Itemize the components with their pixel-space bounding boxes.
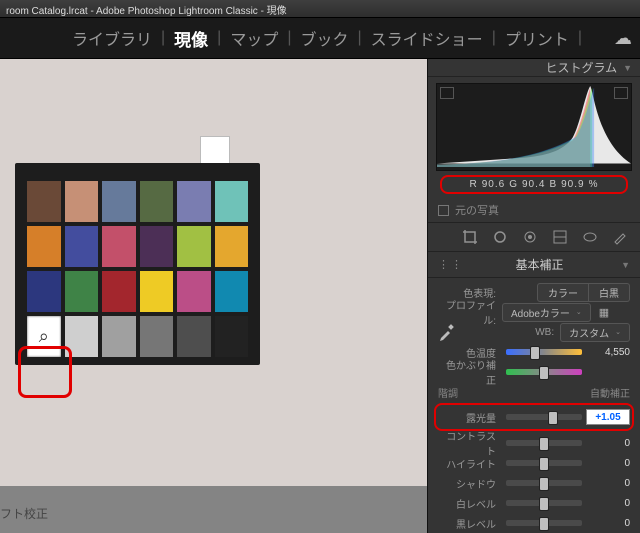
viewer-toolbar: フト校正 [0,486,427,533]
module-book[interactable]: ブック [299,26,351,50]
color-swatch [177,271,211,312]
color-swatch [102,316,136,357]
shadows-row[interactable]: シャドウ 0 [438,473,630,493]
treatment-color[interactable]: カラー [537,283,589,302]
color-swatch [177,181,211,222]
cloud-icon[interactable]: ☁ [614,28,632,49]
treatment-bw[interactable]: 白黒 [589,283,630,302]
rgb-readout: R90.6 G90.4 B90.9% [440,175,628,194]
brush-icon[interactable] [612,229,628,245]
tint-row[interactable]: 色かぶり補正 [438,362,630,382]
module-print[interactable]: プリント [503,26,571,50]
color-swatch [27,271,61,312]
contrast-row[interactable]: コントラスト 0 [438,433,630,453]
module-library[interactable]: ライブラリ [70,26,154,50]
profile-browser-icon[interactable]: ▦ [599,306,609,319]
color-swatch [215,226,249,267]
color-swatch [177,316,211,357]
wb-dropdown[interactable]: カスタム⌄ [560,323,630,342]
exposure-highlight: 露光量 +1.05 [434,403,634,431]
color-swatch [215,271,249,312]
histogram[interactable] [436,83,632,171]
exposure-row[interactable]: 露光量 +1.05 [438,407,630,427]
color-swatch [65,316,99,357]
color-swatch [215,316,249,357]
exposure-value[interactable]: +1.05 [586,409,630,425]
color-swatch [140,181,174,222]
profile-row: プロファイル: Adobeカラー⌄ ▦ [438,302,630,322]
color-swatch [177,226,211,267]
loupe-icon: ⌕ [27,316,61,357]
panel-menu-icon[interactable]: ⋮⋮ [438,258,464,271]
radial-icon[interactable] [582,229,598,245]
color-swatch [65,181,99,222]
color-swatch [65,271,99,312]
local-tools [428,223,640,252]
redeye-icon[interactable] [522,229,538,245]
color-swatch [102,271,136,312]
color-swatch [102,181,136,222]
module-develop[interactable]: 現像 [172,26,210,51]
color-swatch [27,226,61,267]
spot-icon[interactable] [492,229,508,245]
image-viewer[interactable]: ⌕ フト校正 [0,59,427,533]
original-photo-toggle[interactable]: 元の写真 [428,198,640,223]
color-swatch [27,181,61,222]
color-swatch [215,181,249,222]
crop-icon[interactable] [462,229,478,245]
whites-row[interactable]: 白レベル 0 [438,493,630,513]
module-slideshow[interactable]: スライドショー [369,26,485,50]
color-swatch [140,226,174,267]
module-picker: ライブラリ| 現像| マップ| ブック| スライドショー| プリント| ☁ [0,18,640,59]
color-swatch [65,226,99,267]
soft-proof-label: フト校正 [0,505,48,522]
color-swatch [102,226,136,267]
basic-header[interactable]: ⋮⋮ 基本補正 ▼ [428,252,640,278]
gradient-icon[interactable] [552,229,568,245]
eyedropper-icon[interactable] [438,323,456,341]
profile-dropdown[interactable]: Adobeカラー⌄ [502,303,591,322]
blacks-row[interactable]: 黒レベル 0 [438,513,630,533]
module-map[interactable]: マップ [228,26,280,50]
develop-panel: ヒストグラム▼ R90.6 G90.4 B90.9% [427,59,640,533]
histogram-header[interactable]: ヒストグラム▼ [428,59,640,77]
color-checker-chart: ⌕ [15,163,260,365]
color-swatch [140,316,174,357]
highlights-row[interactable]: ハイライト 0 [438,453,630,473]
color-swatch [140,271,174,312]
title-bar: room Catalog.lrcat - Adobe Photoshop Lig… [0,0,640,18]
tone-label: 階調 [438,385,458,400]
app-window: room Catalog.lrcat - Adobe Photoshop Lig… [0,0,640,533]
auto-tone[interactable]: 自動補正 [590,385,630,400]
photo-canvas: ⌕ [0,59,427,486]
